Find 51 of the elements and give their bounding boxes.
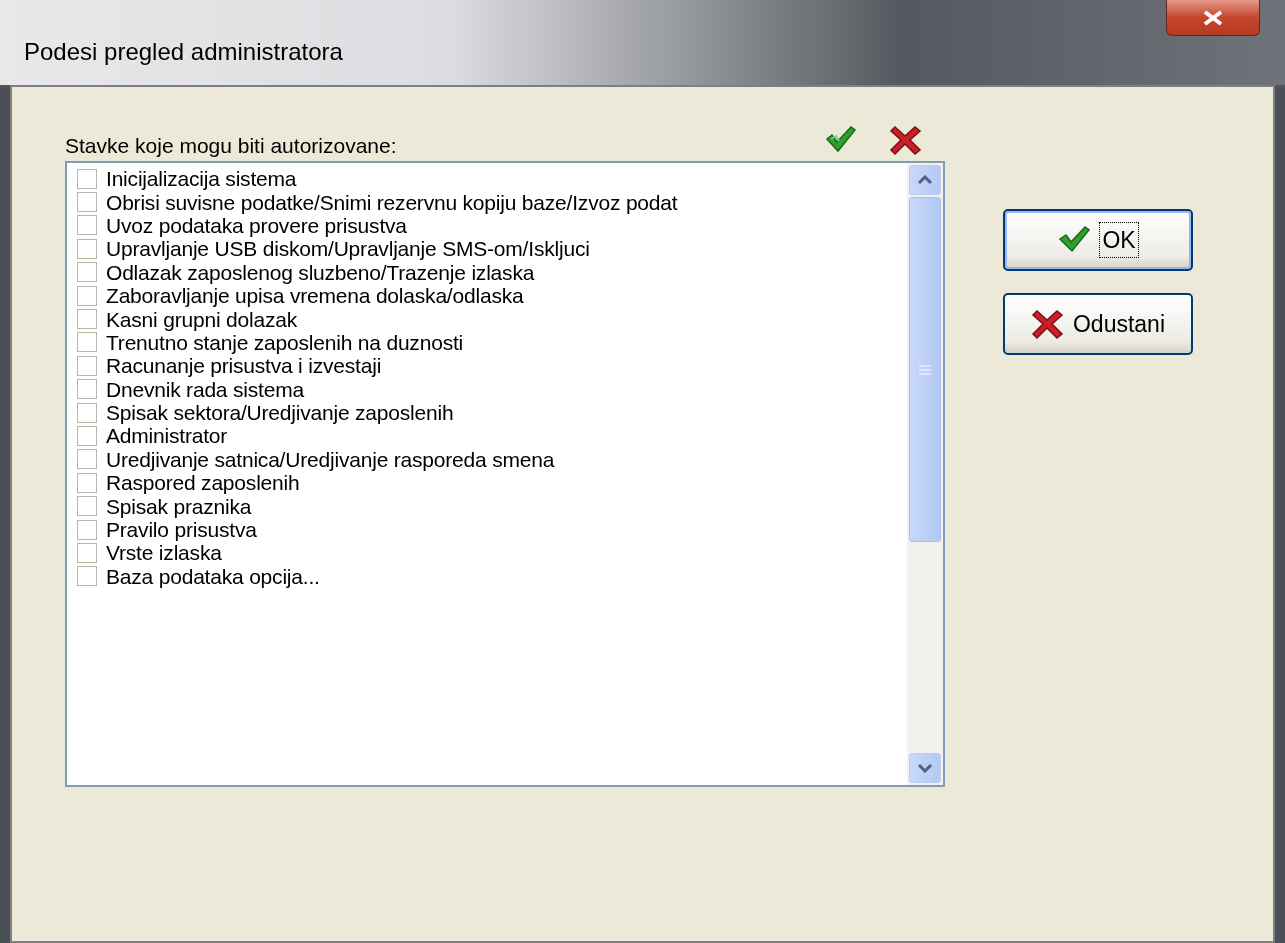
checkbox[interactable]: [77, 449, 97, 470]
checkbox[interactable]: [77, 332, 97, 353]
item-label: Dnevnik rada sistema: [106, 377, 304, 401]
checkbox[interactable]: [77, 355, 97, 376]
item-label: Upravljanje USB diskom/Upravljanje SMS-om/Iskljuci: [106, 237, 590, 261]
item-label: Obrisi suvisne podatke/Snimi rezervnu kopiju baze/Izvoz podat: [106, 190, 678, 214]
check-all-icon[interactable]: [823, 123, 857, 155]
checkbox[interactable]: [77, 379, 97, 400]
chevron-up-icon: [917, 175, 933, 185]
checkbox[interactable]: [77, 542, 97, 563]
checkbox[interactable]: [77, 426, 97, 446]
checkbox[interactable]: [77, 472, 97, 493]
close-icon: [1203, 9, 1223, 26]
item-label: Zaboravljanje upisa vremena dolaska/odlaska: [106, 284, 524, 308]
item-label: Uvoz podataka provere prisustva: [106, 213, 407, 237]
grip-icon: [919, 363, 931, 376]
chevron-down-icon: [917, 763, 933, 773]
checkbox[interactable]: [77, 496, 97, 517]
checkbox[interactable]: [77, 285, 97, 306]
close-button[interactable]: [1166, 0, 1260, 36]
item-label: Uredjivanje satnica/Uredjivanje rasporeda smena: [106, 447, 555, 471]
checkbox[interactable]: [77, 309, 97, 330]
checkbox[interactable]: [77, 519, 97, 540]
item-label: Trenutno stanje zaposlenih na duznosti: [106, 330, 464, 354]
checkbox[interactable]: [77, 238, 97, 259]
checkbox[interactable]: [77, 566, 97, 587]
checkbox[interactable]: [77, 262, 97, 283]
item-label: Administrator: [106, 424, 228, 448]
checkbox[interactable]: [77, 168, 97, 189]
checkbox[interactable]: [77, 215, 97, 236]
scroll-up-button[interactable]: [909, 165, 941, 195]
item-label: Racunanje prisustva i izvestaji: [106, 354, 382, 378]
checkbox[interactable]: [77, 402, 97, 423]
item-label: Kasni grupni dolazak: [106, 307, 297, 331]
item-label: Spisak praznika: [106, 494, 252, 518]
item-label: Vrste izlaska: [106, 541, 222, 565]
uncheck-all-icon[interactable]: [889, 123, 923, 157]
item-label: Baza podataka opcija...: [106, 564, 320, 588]
cancel-button[interactable]: Odustani: [1003, 293, 1193, 355]
scroll-down-button[interactable]: [909, 753, 941, 783]
list-label: Stavke koje mogu biti autorizovane:: [65, 132, 397, 159]
ok-button[interactable]: OK: [1003, 209, 1193, 271]
item-label: Spisak sektora/Uredjivanje zaposlenih: [106, 401, 454, 425]
window-title: Podesi pregled administratora: [24, 37, 343, 67]
checkbox[interactable]: [77, 192, 97, 213]
item-label: Odlazak zaposlenog sluzbeno/Trazenje izlaska: [106, 260, 535, 284]
scroll-thumb[interactable]: [909, 197, 941, 542]
item-label: Raspored zaposlenih: [106, 471, 300, 495]
item-label: Inicijalizacija sistema: [106, 167, 297, 191]
item-label: Pravilo prisustva: [106, 518, 257, 542]
close-icon: [1030, 307, 1065, 341]
